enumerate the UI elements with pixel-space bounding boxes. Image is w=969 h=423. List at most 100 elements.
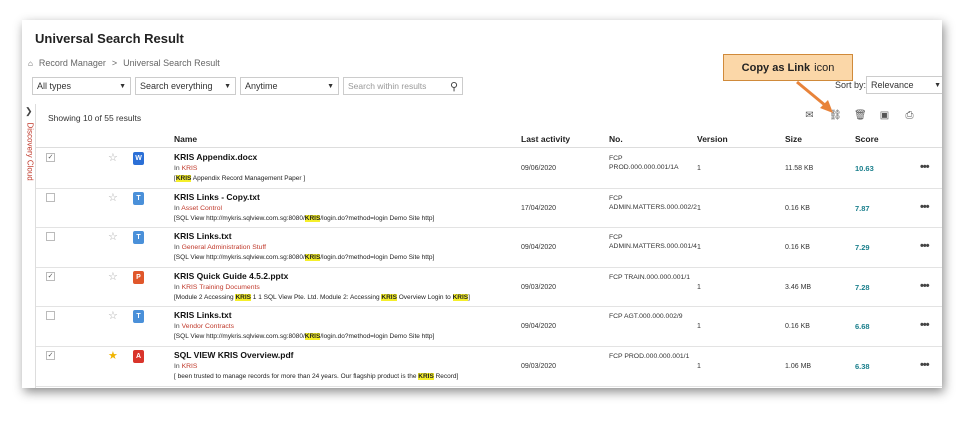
more-actions-icon[interactable]: ••• xyxy=(920,359,930,371)
table-row[interactable]: ✓ ☆ P KRIS Quick Guide 4.5.2.pptx In KRIS Tr… xyxy=(36,268,942,308)
trash-icon[interactable]: 🗑 xyxy=(854,110,867,121)
record-number: FCP TRAIN.000.000.001/1 xyxy=(609,273,690,281)
save-icon[interactable]: ▣ xyxy=(879,110,890,121)
file-name-link[interactable]: KRIS Quick Guide 4.5.2.pptx xyxy=(174,271,288,281)
favorite-star-icon[interactable]: ☆ xyxy=(108,309,118,322)
search-highlight: KRIS xyxy=(235,293,251,301)
file-location: In KRIS xyxy=(174,362,198,370)
favorite-star-icon[interactable]: ☆ xyxy=(108,191,118,204)
time-filter-select[interactable]: Anytime ▼ xyxy=(240,77,339,95)
results-header: Name Last activity No. Version Size Scor… xyxy=(36,130,942,148)
sort-label: Sort by: xyxy=(835,80,867,90)
favorite-star-icon[interactable]: ☆ xyxy=(108,270,118,283)
chevron-down-icon: ▼ xyxy=(327,82,334,90)
filter-bar: All types ▼ Search everything ▼ Anytime ▼ S… xyxy=(32,77,463,95)
file-name-link[interactable]: KRIS Links.txt xyxy=(174,231,232,241)
search-icon[interactable]: ⚲ xyxy=(450,80,458,93)
snippet-text: [SQL View http://mykris.sqlview.com.sg:8… xyxy=(174,333,305,341)
column-activity[interactable]: Last activity xyxy=(521,134,570,144)
row-checkbox[interactable] xyxy=(46,232,55,242)
location-link[interactable]: Vendor Contracts xyxy=(182,323,235,330)
column-no[interactable]: No. xyxy=(609,134,623,144)
chevron-right-icon[interactable]: ❯ xyxy=(25,106,33,117)
link-icon[interactable]: ⛓ xyxy=(829,110,842,121)
version: 1 xyxy=(697,323,701,331)
file-location: In Vendor Contracts xyxy=(174,323,235,331)
more-actions-icon[interactable]: ••• xyxy=(920,201,930,213)
file-name-link[interactable]: KRIS Appendix.docx xyxy=(174,152,257,162)
search-highlight: KRIS xyxy=(175,175,192,182)
callout-bold-text: Copy as Link xyxy=(741,61,811,74)
file-size: 1.06 MB xyxy=(785,362,812,370)
last-activity: 09/03/2020 xyxy=(521,283,557,291)
print-icon[interactable]: ⎙ xyxy=(904,110,915,121)
last-activity: 09/04/2020 xyxy=(521,323,557,331)
result-snippet: [SQL View http://mykris.sqlview.com.sg:8… xyxy=(174,333,435,341)
more-actions-icon[interactable]: ••• xyxy=(920,319,930,331)
file-name-link[interactable]: KRIS Links.txt xyxy=(174,310,232,320)
more-actions-icon[interactable]: ••• xyxy=(920,280,930,292)
column-size[interactable]: Size xyxy=(785,134,802,144)
home-icon[interactable]: ⌂ xyxy=(28,59,33,68)
version: 1 xyxy=(697,204,701,212)
table-row[interactable]: ✓ ★ A SQL VIEW KRIS Overview.pdf In KRIS [ be… xyxy=(36,347,942,387)
location-link[interactable]: KRIS xyxy=(182,165,198,172)
search-highlight: KRIS xyxy=(381,293,397,301)
column-name[interactable]: Name xyxy=(174,134,197,144)
result-snippet: [ been trusted to manage records for mor… xyxy=(174,372,459,380)
snippet-text: Overview Login to xyxy=(396,293,453,301)
row-checkbox[interactable] xyxy=(46,192,55,202)
version: 1 xyxy=(697,362,701,370)
version: 1 xyxy=(697,244,701,252)
table-row[interactable]: ☆ T KRIS Links.txt In Vendor Contracts [SQL … xyxy=(36,307,942,347)
file-size: 3.46 MB xyxy=(785,283,812,291)
file-name-link[interactable]: SQL VIEW KRIS Overview.pdf xyxy=(174,350,294,360)
file-size: 0.16 KB xyxy=(785,244,810,252)
page-title: Universal Search Result xyxy=(35,31,184,46)
row-checkbox[interactable]: ✓ xyxy=(46,271,55,281)
row-checkbox[interactable] xyxy=(46,311,55,321)
search-highlight: KRIS xyxy=(418,372,434,380)
row-checkbox[interactable]: ✓ xyxy=(46,350,55,360)
favorite-star-icon[interactable]: ☆ xyxy=(108,151,118,164)
more-actions-icon[interactable]: ••• xyxy=(920,161,930,173)
discovery-cloud-panel[interactable]: ❯ Discovery Cloud xyxy=(22,104,36,388)
favorite-star-icon[interactable]: ★ xyxy=(108,349,118,362)
snippet-text: /login.do?method=login Demo Site http] xyxy=(320,333,435,341)
favorite-star-icon[interactable]: ☆ xyxy=(108,230,118,243)
more-actions-icon[interactable]: ••• xyxy=(920,240,930,252)
location-link[interactable]: General Administration Stuff xyxy=(182,244,267,251)
chevron-down-icon: ▼ xyxy=(224,82,231,90)
chevron-down-icon: ▼ xyxy=(119,82,126,90)
column-score[interactable]: Score xyxy=(855,134,879,144)
callout-text: icon xyxy=(814,61,835,74)
file-name-link[interactable]: KRIS Links - Copy.txt xyxy=(174,192,260,202)
table-row[interactable]: ✓ ☆ W KRIS Appendix.docx In KRIS [KRIS Append… xyxy=(36,149,942,189)
mail-icon[interactable]: ✉ xyxy=(804,110,815,121)
record-number: FCP PROD.000.000.001/1 xyxy=(609,352,690,360)
snippet-text: Appendix Record Management Paper ] xyxy=(191,175,306,182)
results-count: Showing 10 of 55 results xyxy=(48,113,142,123)
results-list: ✓ ☆ W KRIS Appendix.docx In KRIS [KRIS Append… xyxy=(36,149,942,387)
table-row[interactable]: ☆ T KRIS Links - Copy.txt In Asset Control [… xyxy=(36,189,942,229)
version: 1 xyxy=(697,283,701,291)
file-location: In Asset Control xyxy=(174,204,222,212)
snippet-text: 1 1 SQL View Pte. Ltd. Module 2: Accessi… xyxy=(250,293,382,301)
location-link[interactable]: KRIS xyxy=(182,363,198,370)
snippet-text: Record] xyxy=(433,372,459,380)
record-number: FCP ADMIN.MATTERS.000.001/4 xyxy=(609,234,697,251)
location-link[interactable]: Asset Control xyxy=(181,205,222,212)
search-highlight: KRIS xyxy=(304,254,321,262)
sort-select[interactable]: Relevance ▼ xyxy=(866,76,942,94)
table-row[interactable]: ☆ T KRIS Links.txt In General Administratio… xyxy=(36,228,942,268)
snippet-text: [ been trusted to manage records for mor… xyxy=(174,372,419,380)
row-checkbox[interactable]: ✓ xyxy=(46,153,55,162)
breadcrumb-record-manager[interactable]: Record Manager xyxy=(39,58,106,68)
type-filter-select[interactable]: All types ▼ xyxy=(32,77,131,95)
search-within-input[interactable]: Search within results ⚲ xyxy=(343,77,463,95)
breadcrumb-separator: > xyxy=(111,58,118,68)
location-link[interactable]: KRIS Training Documents xyxy=(182,284,260,291)
snippet-text: [SQL View http://mykris.sqlview.com.sg:8… xyxy=(174,214,305,222)
column-version[interactable]: Version xyxy=(697,134,728,144)
scope-filter-select[interactable]: Search everything ▼ xyxy=(135,77,236,95)
